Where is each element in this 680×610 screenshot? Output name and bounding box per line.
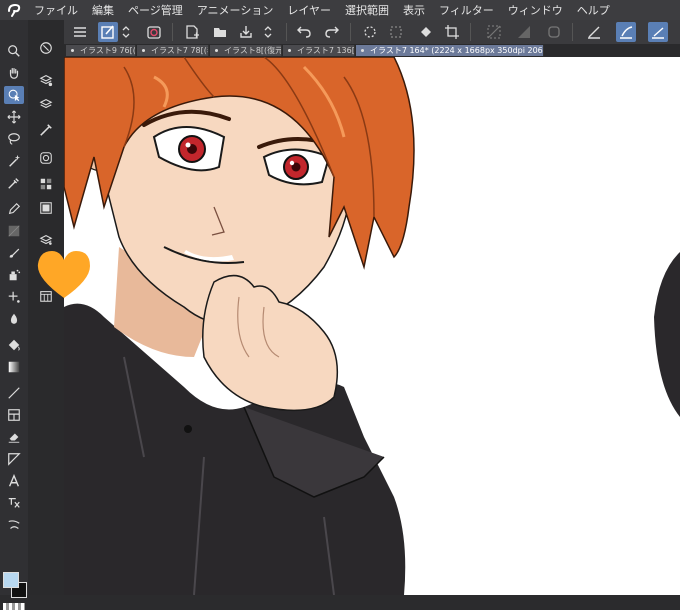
close-dot-icon[interactable]	[288, 49, 291, 52]
tab-label: イラスト7 78[(表示	[151, 46, 208, 55]
open-icon[interactable]	[210, 22, 230, 42]
stepper-icon[interactable]	[262, 22, 274, 42]
tab-document-1[interactable]: イラスト9 76[(表示	[66, 45, 136, 56]
undo-icon[interactable]	[294, 22, 314, 42]
text-icon[interactable]	[4, 472, 24, 490]
tab-label: イラスト9 76[(表示	[80, 46, 136, 55]
hamburger-menu-icon[interactable]	[70, 22, 90, 42]
menu-filter[interactable]: フィルター	[439, 2, 494, 18]
line-icon[interactable]	[4, 384, 24, 402]
menu-animation[interactable]: アニメーション	[197, 2, 274, 18]
menu-help[interactable]: ヘルプ	[577, 2, 610, 18]
new-file-icon[interactable]	[182, 22, 202, 42]
material-icon[interactable]	[36, 94, 56, 114]
close-dot-icon[interactable]	[361, 49, 364, 52]
expand-selection-icon[interactable]	[514, 22, 534, 42]
tab-label: イラスト7 136[	[297, 46, 355, 55]
decoration-icon[interactable]	[4, 288, 24, 306]
zoom-icon[interactable]	[4, 42, 24, 60]
color-history-icon[interactable]	[144, 22, 164, 42]
deselect-icon[interactable]	[386, 22, 406, 42]
brush-icon[interactable]	[4, 244, 24, 262]
layer-properties-icon[interactable]	[36, 70, 56, 90]
balloon-icon[interactable]	[4, 494, 24, 512]
stepper-icon[interactable]	[120, 22, 132, 42]
color-set-icon[interactable]	[36, 174, 56, 194]
eraser-icon[interactable]	[4, 428, 24, 446]
move-icon[interactable]	[4, 108, 24, 126]
close-dot-icon[interactable]	[142, 49, 145, 52]
save-icon[interactable]	[236, 22, 256, 42]
invert-selection-icon[interactable]	[484, 22, 504, 42]
close-dot-icon[interactable]	[215, 49, 218, 52]
crop-icon[interactable]	[442, 22, 462, 42]
app-logo-icon[interactable]	[0, 0, 28, 20]
selection-clear-icon[interactable]	[360, 22, 380, 42]
brush-size-icon[interactable]	[36, 120, 56, 140]
menu-window[interactable]: ウィンドウ	[508, 2, 563, 18]
intermediate-color-icon[interactable]	[36, 198, 56, 218]
snap-ruler-icon[interactable]	[616, 22, 636, 42]
close-dot-icon[interactable]	[71, 49, 74, 52]
quick-access-icon[interactable]	[98, 22, 118, 42]
fill-icon[interactable]	[4, 336, 24, 354]
palette-bar	[28, 20, 64, 595]
command-bar	[64, 20, 680, 45]
tool-palette	[0, 20, 28, 610]
drawing-canvas[interactable]	[64, 57, 680, 595]
tab-document-4[interactable]: イラスト7 136[	[283, 45, 355, 56]
redo-icon[interactable]	[322, 22, 342, 42]
tab-document-2[interactable]: イラスト7 78[(表示	[137, 45, 209, 56]
select-layer-icon[interactable]	[4, 86, 24, 104]
blend-icon[interactable]	[4, 310, 24, 328]
tab-label: イラスト7 164* (2224 x 1668px 350dpi 206.1%)	[370, 46, 544, 55]
menu-layer[interactable]: レイヤー	[287, 2, 331, 18]
menu-bar: ファイル 編集 ページ管理 アニメーション レイヤー 選択範囲 表示 フィルター…	[0, 0, 680, 20]
shrink-selection-icon[interactable]	[544, 22, 564, 42]
ruler-icon[interactable]	[4, 450, 24, 468]
lasso-icon[interactable]	[4, 130, 24, 148]
snap-special-icon[interactable]	[648, 22, 668, 42]
correction-icon[interactable]	[4, 516, 24, 534]
tab-document-3[interactable]: イラスト8[(復元	[210, 45, 282, 56]
frame-icon[interactable]	[4, 406, 24, 424]
transparent-color-chip[interactable]	[3, 603, 25, 610]
navigator-icon[interactable]	[36, 38, 56, 58]
gradient-icon[interactable]	[4, 358, 24, 376]
menu-view[interactable]: 表示	[403, 2, 425, 18]
hand-icon[interactable]	[4, 64, 24, 82]
menu-selection[interactable]: 選択範囲	[345, 2, 389, 18]
layer-icon[interactable]	[36, 230, 56, 250]
tab-label: イラスト8[(復元	[224, 46, 282, 55]
tab-document-active[interactable]: イラスト7 164* (2224 x 1668px 350dpi 206.1%)	[356, 45, 544, 56]
airbrush-icon[interactable]	[4, 266, 24, 284]
menu-edit[interactable]: 編集	[92, 2, 114, 18]
document-tabs: イラスト9 76[(表示 イラスト7 78[(表示 イラスト8[(復元 イラスト…	[64, 44, 680, 57]
pen-icon[interactable]	[4, 200, 24, 218]
pencil-icon[interactable]	[4, 222, 24, 240]
menu-page[interactable]: ページ管理	[128, 2, 183, 18]
magic-wand-icon[interactable]	[4, 152, 24, 170]
character-illustration	[64, 57, 680, 595]
color-wheel-icon[interactable]	[36, 148, 56, 168]
eyedropper-icon[interactable]	[4, 174, 24, 192]
main-color-chip[interactable]	[3, 572, 19, 588]
fill-selection-icon[interactable]	[416, 22, 436, 42]
menu-file[interactable]: ファイル	[34, 2, 78, 18]
snap-icon[interactable]	[584, 22, 604, 42]
heart-sticker-icon	[34, 248, 94, 300]
